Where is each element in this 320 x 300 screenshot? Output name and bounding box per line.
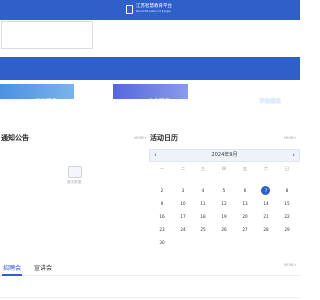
empty-data-text: 暂无数据 (67, 180, 82, 184)
calendar-day[interactable]: 30 (156, 239, 168, 247)
calendar-day[interactable]: 28 (260, 226, 272, 234)
weekday-sat: 六 (263, 166, 269, 171)
logo-icon (126, 5, 133, 14)
active-tab-indicator (2, 274, 22, 276)
weekday-wed: 三 (200, 166, 206, 171)
logo-title: 江苏智慧教育平台 (136, 4, 172, 9)
calendar-day[interactable]: 11 (197, 200, 209, 208)
calendar-day-selected[interactable]: 7 (260, 187, 272, 195)
search-panel[interactable] (1, 21, 93, 49)
calendar-day[interactable]: 5 (218, 187, 230, 195)
calendar-month-label: 2024年9月 (211, 152, 238, 158)
calendar-day[interactable]: 10 (177, 200, 189, 208)
content-divider (0, 297, 300, 298)
calendar-day[interactable]: 17 (177, 213, 189, 221)
tab-divider (0, 275, 300, 276)
calendar-day[interactable]: 14 (260, 200, 272, 208)
calendar-day[interactable]: 15 (281, 200, 293, 208)
calendar-day[interactable]: 21 (260, 213, 272, 221)
notices-title: 通知公告 (1, 134, 29, 142)
calendar-day[interactable]: 20 (239, 213, 251, 221)
tab-job-fair[interactable]: 招聘会 (3, 263, 21, 272)
top-header-bar: 江苏智慧教育平台 Smart Education of Jiangsu (0, 0, 300, 20)
tab-info-session[interactable]: 宣讲会 (34, 263, 52, 272)
navigation-band (0, 57, 300, 80)
calendar-day[interactable]: 3 (177, 187, 189, 195)
calendar-title: 活动日历 (150, 134, 178, 142)
weekday-tue: 二 (180, 166, 186, 171)
student-service-label[interactable]: 学生服务 (35, 97, 57, 105)
logo-subtitle: Smart Education of Jiangsu (136, 10, 172, 13)
notices-more-link[interactable]: MORE+ (134, 136, 147, 140)
calendar-day[interactable]: 29 (281, 226, 293, 234)
enterprise-service-label[interactable]: 企业服务 (148, 97, 170, 105)
calendar-day[interactable]: 9 (156, 200, 168, 208)
calendar-day[interactable]: 22 (281, 213, 293, 221)
calendar-day[interactable]: 25 (197, 226, 209, 234)
calendar-day[interactable]: 19 (218, 213, 230, 221)
weekday-sun: 日 (284, 166, 290, 171)
calendar-day[interactable]: 24 (177, 226, 189, 234)
calendar-day[interactable]: 4 (197, 187, 209, 195)
tabs-more-link[interactable]: MORE+ (284, 263, 297, 267)
calendar-day[interactable]: 23 (156, 226, 168, 234)
chevron-right-icon[interactable]: › (292, 150, 295, 161)
calendar-day[interactable]: 18 (197, 213, 209, 221)
calendar-day[interactable]: 13 (239, 200, 251, 208)
calendar-header: ‹ 2024年9月 › (149, 149, 300, 162)
calendar-day[interactable]: 26 (218, 226, 230, 234)
calendar-more-link[interactable]: MORE+ (284, 136, 297, 140)
weekday-mon: 一 (159, 166, 165, 171)
weekday-thu: 四 (221, 166, 227, 171)
weekday-fri: 五 (242, 166, 248, 171)
calendar-day[interactable]: 8 (281, 187, 293, 195)
calendar-day[interactable]: 27 (239, 226, 251, 234)
calendar-day[interactable]: 16 (156, 213, 168, 221)
site-logo[interactable]: 江苏智慧教育平台 Smart Education of Jiangsu (126, 3, 174, 17)
school-service-label[interactable]: 学校服务 (259, 97, 281, 105)
empty-data-icon (68, 166, 82, 178)
calendar-day[interactable]: 6 (239, 187, 251, 195)
calendar-day[interactable]: 12 (218, 200, 230, 208)
calendar-day[interactable]: 2 (156, 187, 168, 195)
